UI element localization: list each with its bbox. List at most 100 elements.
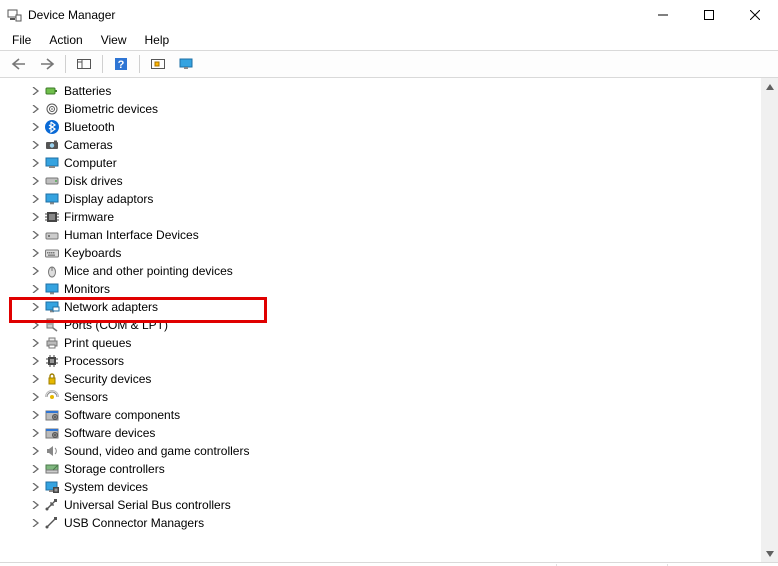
device-tree[interactable]: Batteries Biometric devices Bluetooth Camer… <box>0 78 761 562</box>
tree-item-swdev[interactable]: Software devices <box>0 424 761 442</box>
monitor-button[interactable] <box>173 52 199 76</box>
ports-icon <box>44 317 60 333</box>
expand-chevron-icon[interactable] <box>30 321 42 329</box>
tree-item-label: Ports (COM & LPT) <box>64 318 168 332</box>
tree-item-network[interactable]: Network adapters <box>0 298 761 316</box>
expand-chevron-icon[interactable] <box>30 465 42 473</box>
tree-item-ports[interactable]: Ports (COM & LPT) <box>0 316 761 334</box>
tree-item-label: Batteries <box>64 84 111 98</box>
scan-hardware-button[interactable] <box>145 52 171 76</box>
security-icon <box>44 371 60 387</box>
expand-chevron-icon[interactable] <box>30 447 42 455</box>
tree-item-mouse[interactable]: Mice and other pointing devices <box>0 262 761 280</box>
expand-chevron-icon[interactable] <box>30 249 42 257</box>
expand-chevron-icon[interactable] <box>30 195 42 203</box>
forward-button[interactable] <box>34 52 60 76</box>
scroll-down-button[interactable] <box>761 545 778 562</box>
minimize-button[interactable] <box>640 0 686 30</box>
tree-item-printer[interactable]: Print queues <box>0 334 761 352</box>
expand-chevron-icon[interactable] <box>30 267 42 275</box>
tree-item-label: Bluetooth <box>64 120 115 134</box>
tree-item-firmware[interactable]: Firmware <box>0 208 761 226</box>
tree-item-storage[interactable]: Storage controllers <box>0 460 761 478</box>
tree-item-hid[interactable]: Human Interface Devices <box>0 226 761 244</box>
tree-item-security[interactable]: Security devices <box>0 370 761 388</box>
expand-chevron-icon[interactable] <box>30 105 42 113</box>
bluetooth-icon <box>44 119 60 135</box>
tree-item-processor[interactable]: Processors <box>0 352 761 370</box>
back-button[interactable] <box>6 52 32 76</box>
expand-chevron-icon[interactable] <box>30 231 42 239</box>
tree-item-monitor[interactable]: Monitors <box>0 280 761 298</box>
menu-file[interactable]: File <box>4 31 39 49</box>
mouse-icon <box>44 263 60 279</box>
expand-chevron-icon[interactable] <box>30 339 42 347</box>
scroll-up-button[interactable] <box>761 78 778 95</box>
expand-chevron-icon[interactable] <box>30 285 42 293</box>
expand-chevron-icon[interactable] <box>30 213 42 221</box>
expand-chevron-icon[interactable] <box>30 429 42 437</box>
tree-item-biometric[interactable]: Biometric devices <box>0 100 761 118</box>
expand-chevron-icon[interactable] <box>30 411 42 419</box>
close-button[interactable] <box>732 0 778 30</box>
titlebar: Device Manager <box>0 0 778 30</box>
tree-item-usbconn[interactable]: USB Connector Managers <box>0 514 761 532</box>
tree-item-computer[interactable]: Computer <box>0 154 761 172</box>
content-area: Batteries Biometric devices Bluetooth Camer… <box>0 78 778 563</box>
tree-item-label: USB Connector Managers <box>64 516 204 530</box>
tree-item-label: Processors <box>64 354 124 368</box>
expand-chevron-icon[interactable] <box>30 87 42 95</box>
battery-icon <box>44 83 60 99</box>
menu-help[interactable]: Help <box>137 31 178 49</box>
tree-item-sound[interactable]: Sound, video and game controllers <box>0 442 761 460</box>
expand-chevron-icon[interactable] <box>30 141 42 149</box>
menu-view[interactable]: View <box>93 31 135 49</box>
tree-item-camera[interactable]: Cameras <box>0 136 761 154</box>
monitor-icon <box>44 281 60 297</box>
maximize-button[interactable] <box>686 0 732 30</box>
tree-item-label: Universal Serial Bus controllers <box>64 498 231 512</box>
usb-icon <box>44 497 60 513</box>
printer-icon <box>44 335 60 351</box>
swdev-icon <box>44 425 60 441</box>
display-icon <box>44 191 60 207</box>
tree-item-usb[interactable]: Universal Serial Bus controllers <box>0 496 761 514</box>
toolbar-separator <box>139 55 140 73</box>
tree-item-battery[interactable]: Batteries <box>0 82 761 100</box>
show-hide-pane-button[interactable] <box>71 52 97 76</box>
expand-chevron-icon[interactable] <box>30 303 42 311</box>
tree-item-disk[interactable]: Disk drives <box>0 172 761 190</box>
processor-icon <box>44 353 60 369</box>
toolbar-separator <box>65 55 66 73</box>
tree-item-label: Software components <box>64 408 180 422</box>
tree-item-label: Cameras <box>64 138 113 152</box>
tree-item-label: Print queues <box>64 336 131 350</box>
expand-chevron-icon[interactable] <box>30 159 42 167</box>
expand-chevron-icon[interactable] <box>30 357 42 365</box>
tree-item-label: Mice and other pointing devices <box>64 264 233 278</box>
help-button[interactable]: ? <box>108 52 134 76</box>
tree-item-system[interactable]: System devices <box>0 478 761 496</box>
vertical-scrollbar[interactable] <box>761 78 778 562</box>
expand-chevron-icon[interactable] <box>30 375 42 383</box>
tree-item-swcomp[interactable]: Software components <box>0 406 761 424</box>
expand-chevron-icon[interactable] <box>30 177 42 185</box>
menu-action[interactable]: Action <box>41 31 90 49</box>
expand-chevron-icon[interactable] <box>30 519 42 527</box>
expand-chevron-icon[interactable] <box>30 393 42 401</box>
tree-item-sensor[interactable]: Sensors <box>0 388 761 406</box>
device-manager-window: Device Manager File Action View Help <box>0 0 778 566</box>
sound-icon <box>44 443 60 459</box>
menubar: File Action View Help <box>0 30 778 50</box>
scroll-track[interactable] <box>761 95 778 545</box>
tree-item-bluetooth[interactable]: Bluetooth <box>0 118 761 136</box>
tree-item-label: Software devices <box>64 426 155 440</box>
device-manager-icon <box>6 7 22 23</box>
expand-chevron-icon[interactable] <box>30 483 42 491</box>
tree-item-display[interactable]: Display adaptors <box>0 190 761 208</box>
tree-item-keyboard[interactable]: Keyboards <box>0 244 761 262</box>
firmware-icon <box>44 209 60 225</box>
expand-chevron-icon[interactable] <box>30 501 42 509</box>
expand-chevron-icon[interactable] <box>30 123 42 131</box>
biometric-icon <box>44 101 60 117</box>
